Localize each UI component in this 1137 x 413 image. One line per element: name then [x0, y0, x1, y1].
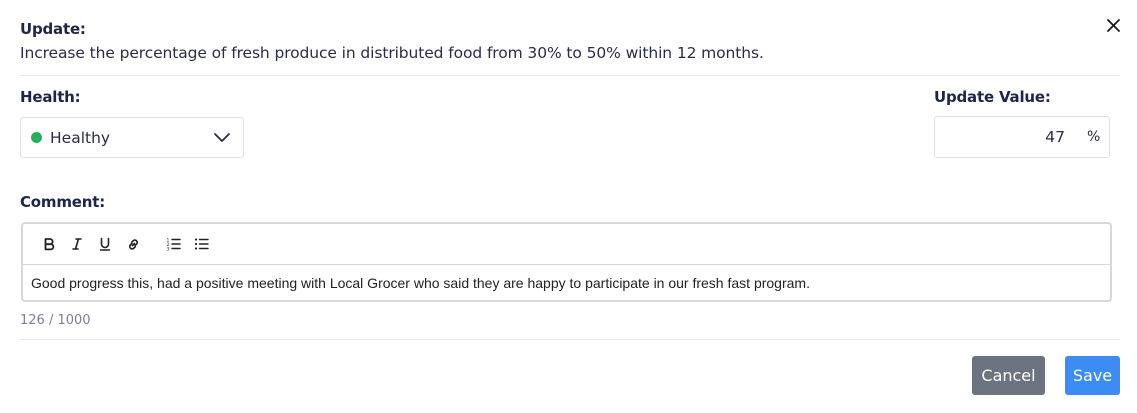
close-button[interactable] — [1103, 15, 1125, 37]
health-label: Health: — [20, 88, 81, 106]
bullet-list-button[interactable] — [187, 231, 215, 257]
svg-text:3: 3 — [166, 247, 169, 252]
italic-button[interactable] — [63, 231, 91, 257]
bold-button[interactable] — [35, 231, 63, 257]
unit-label: % — [1087, 129, 1101, 145]
update-value-field: % — [934, 116, 1110, 158]
cancel-button[interactable]: Cancel — [972, 356, 1045, 395]
character-counter: 126 / 1000 — [20, 313, 91, 328]
underline-button[interactable] — [91, 231, 119, 257]
ordered-list-icon: 1 2 3 — [166, 238, 181, 252]
health-select[interactable]: Healthy — [20, 117, 244, 158]
editor-toolbar: 1 2 3 — [23, 224, 1110, 265]
save-button[interactable]: Save — [1065, 356, 1120, 395]
close-icon — [1107, 19, 1120, 32]
link-button[interactable] — [119, 231, 147, 257]
bold-icon — [44, 238, 55, 251]
update-value-label: Update Value: — [934, 88, 1051, 106]
italic-icon — [72, 238, 82, 250]
status-dot-icon — [31, 132, 42, 143]
ordered-list-button[interactable]: 1 2 3 — [159, 231, 187, 257]
comment-label: Comment: — [20, 193, 105, 211]
chevron-down-icon — [214, 132, 230, 142]
footer-divider — [20, 339, 1120, 340]
comment-editor: 1 2 3 Good progress this, had a positive… — [21, 222, 1112, 302]
bullet-list-icon — [194, 238, 209, 250]
comment-text[interactable]: Good progress this, had a positive meeti… — [23, 265, 1110, 301]
health-selected-value: Healthy — [50, 128, 111, 147]
update-dialog: Update: Increase the percentage of fresh… — [0, 0, 1137, 413]
objective-text: Increase the percentage of fresh produce… — [20, 44, 764, 62]
update-label: Update: — [20, 20, 86, 38]
link-icon — [128, 238, 138, 250]
underline-icon — [99, 237, 111, 251]
update-value-input[interactable] — [935, 128, 1065, 146]
header-divider — [20, 75, 1120, 76]
